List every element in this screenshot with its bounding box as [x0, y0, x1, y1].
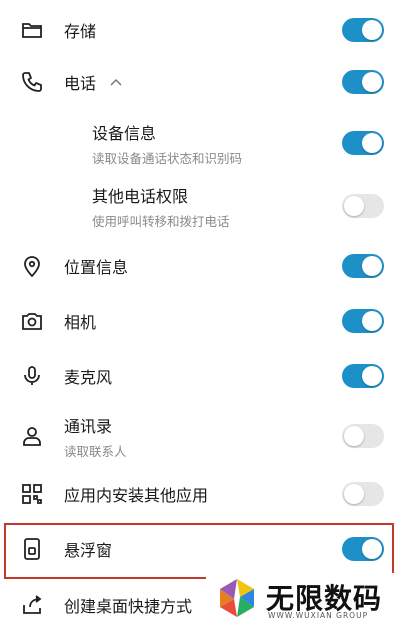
- toggle-knob: [362, 366, 382, 386]
- toggle-knob: [344, 484, 364, 504]
- share-shortcut-icon: [20, 593, 44, 617]
- watermark: 无限数码 WWW.WUXIAN GROUP: [206, 573, 400, 625]
- apps-grid-icon: [20, 482, 44, 506]
- toggle-knob: [344, 426, 364, 446]
- device-info-toggle[interactable]: [342, 131, 384, 155]
- phone-icon: [20, 70, 44, 94]
- permission-description: 读取设备通话状态和识别码: [92, 151, 243, 166]
- contacts-toggle[interactable]: [342, 424, 384, 448]
- location-toggle[interactable]: [342, 254, 384, 278]
- chevron-up-icon[interactable]: [108, 74, 124, 90]
- microphone-toggle[interactable]: [342, 364, 384, 388]
- floating-window-toggle[interactable]: [342, 537, 384, 561]
- toggle-knob: [362, 133, 382, 153]
- microphone-icon: [20, 364, 44, 388]
- permission-row-phone[interactable]: 电话: [0, 62, 400, 102]
- permission-label: 位置信息: [64, 258, 129, 277]
- permission-label: 电话: [64, 74, 97, 93]
- toggle-knob: [362, 256, 382, 276]
- permission-label: 悬浮窗: [64, 541, 113, 560]
- contact-icon: [20, 424, 44, 448]
- permission-row-contacts[interactable]: 通讯录 读取联系人: [0, 411, 400, 461]
- permission-row-storage[interactable]: 存储: [0, 10, 400, 50]
- install-apps-toggle[interactable]: [342, 482, 384, 506]
- permission-label: 创建桌面快捷方式: [64, 597, 193, 616]
- permission-row-microphone[interactable]: 麦克风: [0, 356, 400, 396]
- other-phone-toggle[interactable]: [342, 194, 384, 218]
- permission-label: 相机: [64, 313, 97, 332]
- camera-toggle[interactable]: [342, 309, 384, 333]
- permission-label: 存储: [64, 22, 97, 41]
- toggle-knob: [362, 20, 382, 40]
- permission-row-camera[interactable]: 相机: [0, 301, 400, 341]
- permission-row-install-apps[interactable]: 应用内安装其他应用: [0, 474, 400, 514]
- permission-label: 其他电话权限: [92, 187, 189, 206]
- permission-row-floating-window[interactable]: 悬浮窗: [0, 529, 400, 569]
- permission-description: 读取联系人: [64, 444, 127, 459]
- toggle-knob: [362, 311, 382, 331]
- folder-icon: [20, 18, 44, 42]
- storage-toggle[interactable]: [342, 18, 384, 42]
- permission-label: 麦克风: [64, 368, 113, 387]
- toggle-knob: [362, 72, 382, 92]
- camera-icon: [20, 309, 44, 333]
- permission-label: 设备信息: [92, 124, 157, 143]
- permission-label: 通讯录: [64, 417, 113, 436]
- permission-row-device-info[interactable]: 设备信息 读取设备通话状态和识别码: [0, 118, 400, 168]
- permission-row-other-phone[interactable]: 其他电话权限 使用呼叫转移和拨打电话: [0, 181, 400, 231]
- toggle-knob: [362, 539, 382, 559]
- watermark-logo: [220, 579, 254, 617]
- permission-label: 应用内安装其他应用: [64, 486, 209, 505]
- toggle-knob: [344, 196, 364, 216]
- watermark-subtitle: WWW.WUXIAN GROUP: [268, 611, 369, 620]
- permission-description: 使用呼叫转移和拨打电话: [92, 214, 230, 229]
- location-pin-icon: [20, 254, 44, 278]
- floating-window-icon: [20, 537, 44, 561]
- phone-toggle[interactable]: [342, 70, 384, 94]
- permission-row-location[interactable]: 位置信息: [0, 246, 400, 286]
